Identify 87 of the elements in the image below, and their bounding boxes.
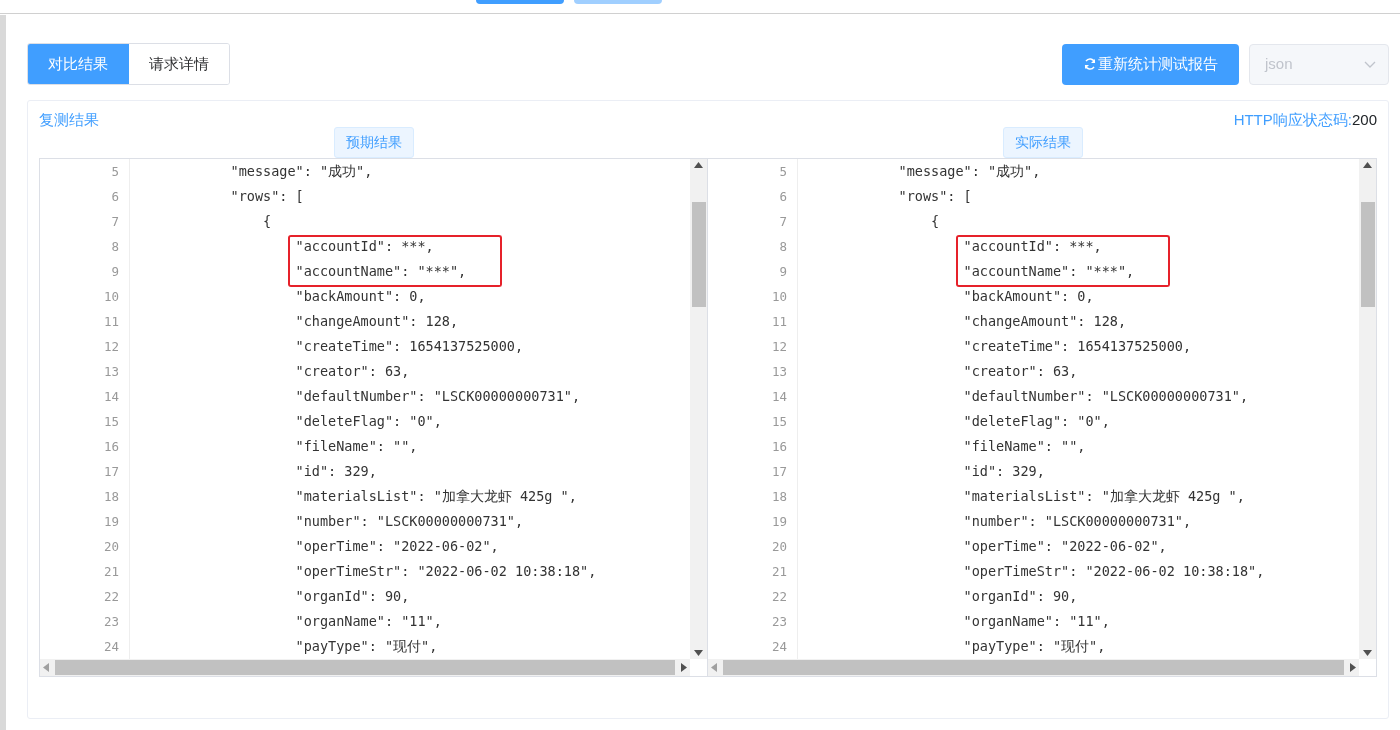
line-number: 12 [770,337,788,356]
line-number: 16 [770,437,788,456]
line-number: 14 [102,387,120,406]
code-line: "message": "成功", [229,161,374,181]
pane-title: 预期结果 [333,126,414,158]
line-number: 21 [770,562,788,581]
code-line: "operTimeStr": "2022-06-02 10:38:18", [294,561,598,581]
line-number: 5 [110,162,120,181]
code-line: "rows": [ [897,186,973,206]
line-number: 20 [770,537,788,556]
panel-title: 复测结果 [39,110,99,130]
code-line: "createTime": 1654137525000, [294,336,525,356]
code-line: "defaultNumber": "LSCK00000000731", [962,386,1250,406]
code-line: { [930,211,941,231]
code-line: "id": 329, [294,461,378,481]
status-value: 200 [1351,110,1377,130]
code-line: "materialsList": "加拿大龙虾 425g ", [962,486,1246,506]
code-line: "backAmount": 0, [962,286,1095,306]
code-line: "creator": 63, [294,361,411,381]
code-line: "accountId": ***, [962,236,1103,256]
code-line: "accountId": ***, [294,236,435,256]
code-line: "materialsList": "加拿大龙虾 425g ", [294,486,578,506]
line-number: 7 [110,212,120,231]
line-number: 8 [778,237,788,256]
line-number: 7 [778,212,788,231]
line-number: 13 [102,362,120,381]
line-number: 20 [102,537,120,556]
code-line: "backAmount": 0, [294,286,427,306]
line-number: 9 [110,262,120,281]
line-number: 17 [770,462,788,481]
code-line: { [262,211,273,231]
line-number: 10 [770,287,788,306]
code-line: "accountName": "***", [962,261,1136,281]
code-line: "defaultNumber": "LSCK00000000731", [294,386,582,406]
line-number: 10 [102,287,120,306]
line-number: 21 [102,562,120,581]
line-number: 23 [770,612,788,631]
line-number: 18 [102,487,120,506]
code-line: "payType": "现付", [294,636,439,656]
line-number: 16 [102,437,120,456]
line-number: 23 [102,612,120,631]
code-line: "organName": "11", [294,611,443,631]
code-line: "number": "LSCK00000000731", [294,511,525,531]
line-number: 6 [778,187,788,206]
code-line: "message": "成功", [897,161,1042,181]
code-line: "number": "LSCK00000000731", [962,511,1193,531]
line-number: 11 [102,312,120,331]
tab[interactable]: 对比结果 [28,44,129,84]
code-line: "accountName": "***", [294,261,468,281]
code-line: "operTime": "2022-06-02", [294,536,500,556]
line-number: 8 [110,237,120,256]
code-line: "changeAmount": 128, [962,311,1128,331]
code-line: "organId": 90, [294,586,411,606]
line-number: 9 [778,262,788,281]
code-line: "fileName": "", [294,436,419,456]
line-number: 19 [102,512,120,531]
status-label: HTTP响应状态码: [1233,110,1352,130]
code-line: "rows": [ [229,186,305,206]
pane-title: 实际结果 [1002,126,1083,158]
code-line: "organId": 90, [962,586,1079,606]
code-line: "changeAmount": 128, [294,311,460,331]
code-line: "fileName": "", [962,436,1087,456]
code-line: "deleteFlag": "0", [962,411,1111,431]
code-line: "creator": 63, [962,361,1079,381]
refresh-button[interactable]: 重新统计测试报告 [1062,43,1239,85]
code-line: "organName": "11", [962,611,1111,631]
line-number: 15 [770,412,788,431]
code-line: "operTime": "2022-06-02", [962,536,1168,556]
line-number: 24 [102,637,120,656]
line-number: 12 [102,337,120,356]
code-line: "createTime": 1654137525000, [962,336,1193,356]
line-number: 22 [770,587,788,606]
code-line: "payType": "现付", [962,636,1107,656]
line-number: 17 [102,462,120,481]
line-number: 11 [770,312,788,331]
line-number: 18 [770,487,788,506]
code-line: "deleteFlag": "0", [294,411,443,431]
line-number: 22 [102,587,120,606]
line-number: 13 [770,362,788,381]
code-line: "operTimeStr": "2022-06-02 10:38:18", [962,561,1266,581]
line-number: 6 [110,187,120,206]
line-number: 5 [778,162,788,181]
line-number: 19 [770,512,788,531]
line-number: 15 [102,412,120,431]
line-number: 24 [770,637,788,656]
code-line: "id": 329, [962,461,1046,481]
line-number: 14 [770,387,788,406]
